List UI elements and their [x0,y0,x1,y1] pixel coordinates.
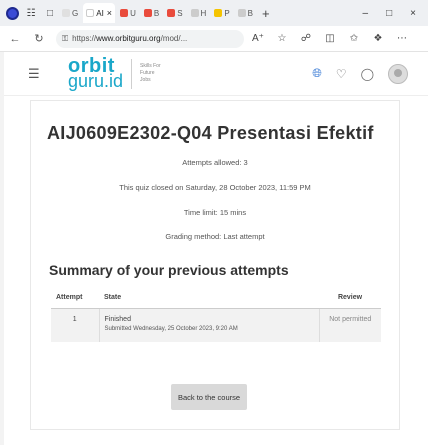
user-avatar[interactable] [388,63,408,84]
tab-label: P [224,8,230,18]
window-controls: – □ × [363,8,428,19]
tab-actions-icon[interactable]: □ [43,6,57,20]
favorite-star-icon[interactable]: ☆ [272,33,292,44]
tab-label: H [200,8,207,18]
more-icon[interactable]: ⋯ [392,33,412,44]
url-path: /mod/... [160,34,188,43]
logo-divider [131,58,133,89]
tab-favicon-icon [143,9,152,17]
url-prefix: https:// [72,34,97,43]
tab-favicon-icon [62,9,70,17]
tab-favicon-icon [120,9,129,17]
tab-label: B [247,8,253,18]
tab-favicon-icon [214,9,223,17]
browser-tab[interactable]: U [117,3,139,23]
back-to-course-button[interactable]: Back to the course [171,384,247,410]
column-header-review: Review [319,287,381,309]
back-arrow-icon[interactable]: ← [6,33,24,45]
browser-tab-bar: ☷ □ G AΙ × U B S H P B + – □ × [0,0,428,26]
favorites-icon[interactable]: ✩ [344,33,364,44]
quiz-closed-text: This quiz closed on Saturday, 28 October… [119,183,311,192]
language-globe-icon[interactable]: 🌐︎ [312,66,322,81]
grading-method-text: Grading method: Last attempt [165,232,265,241]
messages-icon[interactable]: ◯ [361,67,374,81]
workspaces-icon[interactable]: ☷ [24,6,38,20]
browser-tab[interactable]: S [164,3,185,23]
browser-tab[interactable]: G [59,3,81,23]
refresh-icon[interactable]: ↻ [30,32,48,45]
attempt-number-cell: 1 [51,308,99,342]
url-input[interactable]: ⚿ https://www.orbitguru.org/mod/... [56,29,244,48]
collections-icon[interactable]: ❖ [368,33,388,44]
quiz-content-panel: AIJ0609E2302-Q04 Presentasi Efektif Atte… [30,100,400,430]
browser-tab[interactable]: B [141,3,162,23]
notification-bell-icon[interactable]: ♡ [336,67,347,81]
minimize-button[interactable]: – [363,8,369,19]
page-title: AIJ0609E2302-Q04 Presentasi Efektif [47,123,374,143]
attempts-allowed-text: Attempts allowed: 3 [182,158,248,167]
lock-icon: ⚿ [62,33,69,43]
close-window-button[interactable]: × [410,8,416,19]
tab-label: S [177,8,183,18]
browser-tab[interactable]: B [235,3,256,23]
maximize-button[interactable]: □ [386,8,392,19]
tab-favicon-icon [167,9,176,17]
tab-label: B [153,8,160,18]
hamburger-menu-icon[interactable]: ☰ [28,66,42,82]
browser-tab-active[interactable]: AΙ × [83,3,116,23]
submitted-date-text: Submitted Wednesday, 25 October 2023, 9:… [104,326,238,332]
url-host: www.orbitguru.org [96,34,161,43]
tab-label: AΙ [96,8,104,18]
site-logo[interactable]: orbit guru.id Skills For Future Jobs [68,56,162,91]
new-tab-button[interactable]: + [262,6,270,21]
browser-profile-icon[interactable] [6,6,19,20]
summary-heading: Summary of your previous attempts [49,262,289,278]
review-cell: Not permitted [318,308,381,342]
read-aloud-icon[interactable]: A⁺ [248,33,268,44]
tab-favicon-icon [237,9,246,17]
browser-address-bar: ← ↻ ⚿ https://www.orbitguru.org/mod/... … [0,26,428,52]
logo-tagline: Skills For Future Jobs [140,63,161,83]
column-header-state: State [99,287,319,309]
tab-favicon-icon [86,9,95,17]
column-header-attempt: Attempt [51,287,99,309]
page-left-edge [0,52,4,445]
time-limit-text: Time limit: 15 mins [183,208,247,217]
state-finished-text: Finished [104,316,131,323]
tab-close-icon[interactable]: × [107,8,112,18]
table-row: 1 Finished Submitted Wednesday, 25 Octob… [51,308,381,342]
site-header: ☰ orbit guru.id Skills For Future Jobs 🌐… [0,52,428,96]
extensions-icon[interactable]: ☍ [296,33,316,44]
state-cell: Finished Submitted Wednesday, 25 October… [98,308,319,342]
browser-tab[interactable]: H [188,3,210,23]
table-header-row: Attempt State Review [51,287,381,309]
tab-label: U [130,8,136,18]
logo-guru-text: guru.id [68,70,124,91]
browser-tab[interactable]: P [211,3,232,23]
tab-label: G [72,8,79,18]
tab-favicon-icon [190,9,199,17]
attempts-table: Attempt State Review 1 Finished Submitte… [51,287,381,342]
split-screen-icon[interactable]: ◫ [320,33,340,44]
